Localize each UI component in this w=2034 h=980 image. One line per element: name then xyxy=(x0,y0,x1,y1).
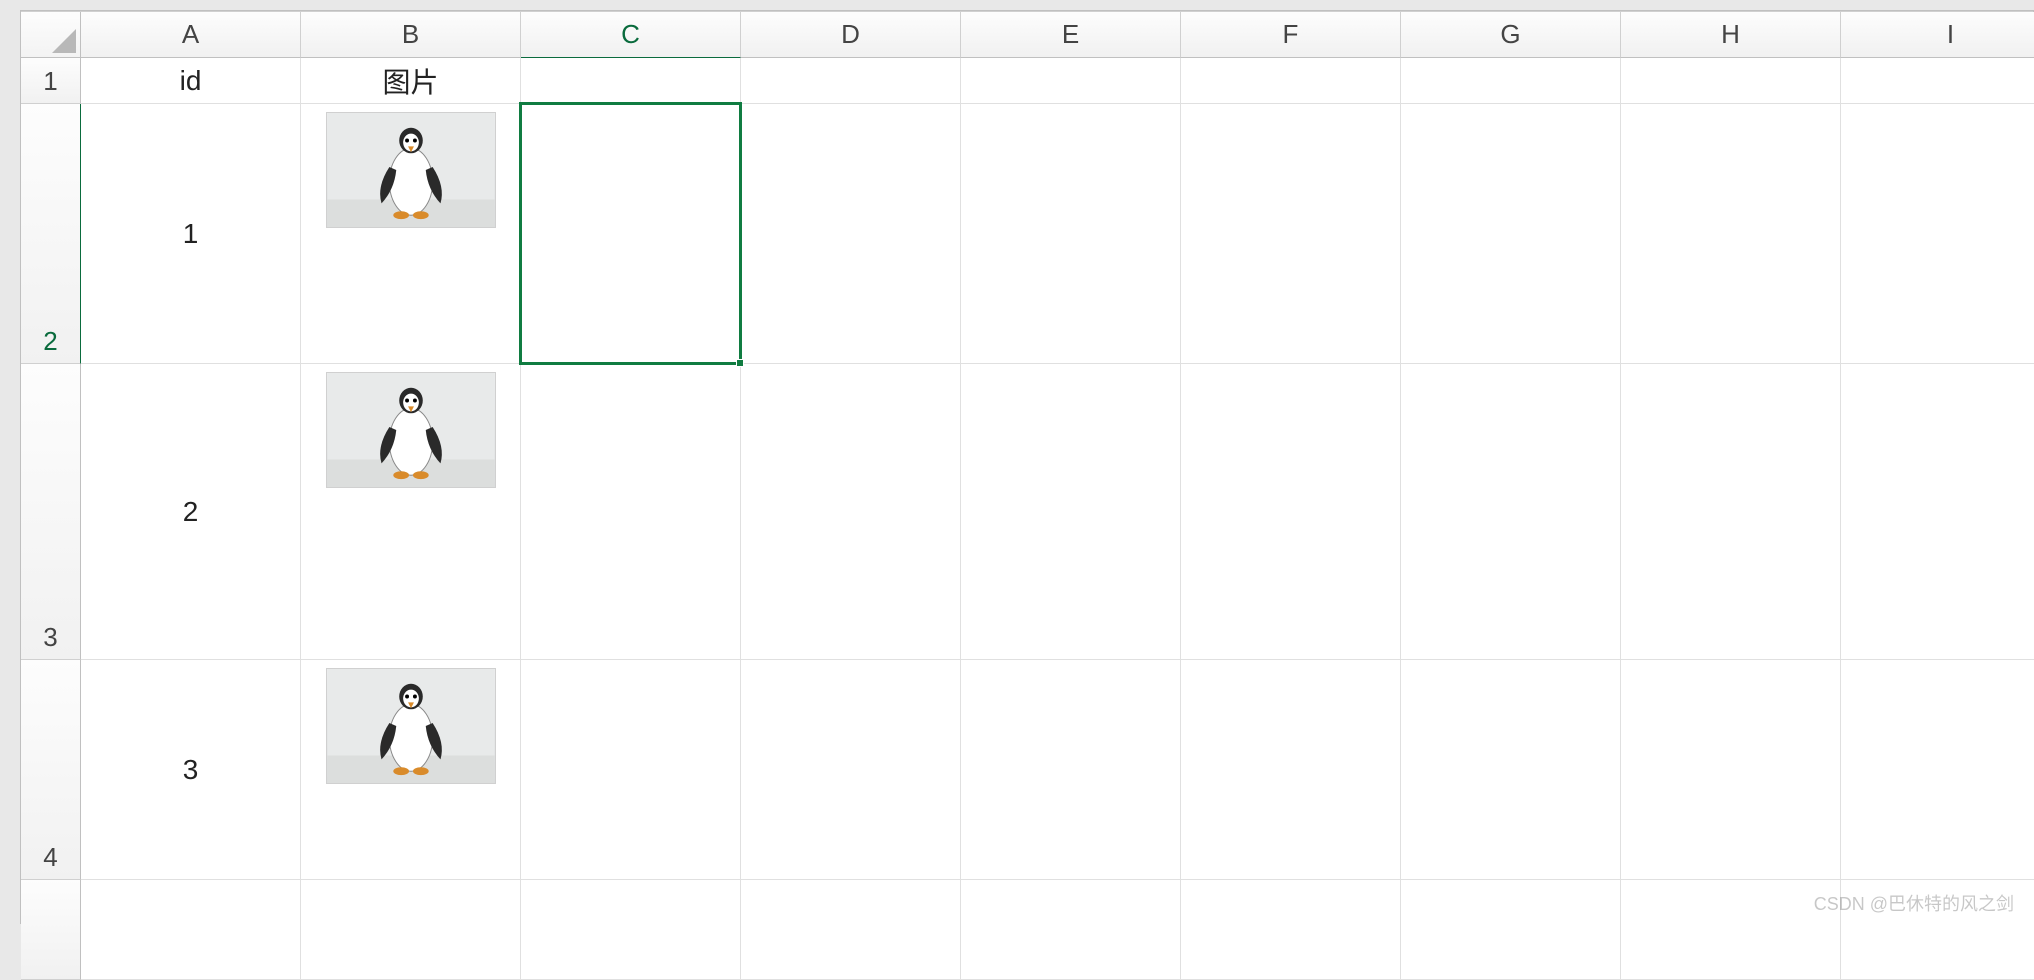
col-header-A[interactable]: A xyxy=(81,12,301,58)
cell-H2[interactable] xyxy=(1621,104,1841,364)
cell-B2[interactable] xyxy=(301,104,521,364)
cell-D2[interactable] xyxy=(741,104,961,364)
cell-I4[interactable] xyxy=(1841,660,2034,880)
cell-I2[interactable] xyxy=(1841,104,2034,364)
cell-C1[interactable] xyxy=(521,58,741,104)
cell-F1[interactable] xyxy=(1181,58,1401,104)
col-header-D[interactable]: D xyxy=(741,12,961,58)
cell-B1[interactable]: 图片 xyxy=(301,58,521,104)
cell-D1[interactable] xyxy=(741,58,961,104)
cell-E5[interactable] xyxy=(961,880,1181,980)
col-header-E[interactable]: E xyxy=(961,12,1181,58)
grid: A B C D E F G H I 1 id 图片 2 1 xyxy=(21,11,2033,980)
cell-E1[interactable] xyxy=(961,58,1181,104)
cell-D4[interactable] xyxy=(741,660,961,880)
cell-A3[interactable]: 2 xyxy=(81,364,301,660)
cell-H1[interactable] xyxy=(1621,58,1841,104)
col-header-C[interactable]: C xyxy=(521,12,741,58)
cell-B4[interactable] xyxy=(301,660,521,880)
cell-A5[interactable] xyxy=(81,880,301,980)
cell-C2[interactable] xyxy=(521,104,741,364)
cell-D5[interactable] xyxy=(741,880,961,980)
row-header-3[interactable]: 3 xyxy=(21,364,81,660)
cell-B3[interactable] xyxy=(301,364,521,660)
col-header-B[interactable]: B xyxy=(301,12,521,58)
row-header-1[interactable]: 1 xyxy=(21,58,81,104)
cell-I1[interactable] xyxy=(1841,58,2034,104)
cell-E4[interactable] xyxy=(961,660,1181,880)
cell-A1[interactable]: id xyxy=(81,58,301,104)
selection-border xyxy=(519,102,742,365)
col-header-I[interactable]: I xyxy=(1841,12,2034,58)
cell-H3[interactable] xyxy=(1621,364,1841,660)
cell-F3[interactable] xyxy=(1181,364,1401,660)
cell-E2[interactable] xyxy=(961,104,1181,364)
cell-G5[interactable] xyxy=(1401,880,1621,980)
cell-H5[interactable] xyxy=(1621,880,1841,980)
cell-I3[interactable] xyxy=(1841,364,2034,660)
row-header-5[interactable] xyxy=(21,880,81,980)
col-header-G[interactable]: G xyxy=(1401,12,1621,58)
cell-F2[interactable] xyxy=(1181,104,1401,364)
penguin-image[interactable] xyxy=(326,668,496,784)
col-header-F[interactable]: F xyxy=(1181,12,1401,58)
cell-A2[interactable]: 1 xyxy=(81,104,301,364)
cell-A4[interactable]: 3 xyxy=(81,660,301,880)
col-header-H[interactable]: H xyxy=(1621,12,1841,58)
cell-G3[interactable] xyxy=(1401,364,1621,660)
cell-F5[interactable] xyxy=(1181,880,1401,980)
cell-G4[interactable] xyxy=(1401,660,1621,880)
penguin-image[interactable] xyxy=(326,372,496,488)
cell-G1[interactable] xyxy=(1401,58,1621,104)
cell-H4[interactable] xyxy=(1621,660,1841,880)
penguin-image[interactable] xyxy=(326,112,496,228)
watermark-text: CSDN @巴休特的风之剑 xyxy=(1814,890,2014,916)
cell-C5[interactable] xyxy=(521,880,741,980)
row-header-2[interactable]: 2 xyxy=(21,104,81,364)
cell-D3[interactable] xyxy=(741,364,961,660)
row-header-4[interactable]: 4 xyxy=(21,660,81,880)
cell-E3[interactable] xyxy=(961,364,1181,660)
cell-F4[interactable] xyxy=(1181,660,1401,880)
spreadsheet-area[interactable]: A B C D E F G H I 1 id 图片 2 1 xyxy=(20,10,2034,924)
cell-C3[interactable] xyxy=(521,364,741,660)
cell-C4[interactable] xyxy=(521,660,741,880)
select-all-corner[interactable] xyxy=(21,12,81,58)
cell-B5[interactable] xyxy=(301,880,521,980)
cell-G2[interactable] xyxy=(1401,104,1621,364)
